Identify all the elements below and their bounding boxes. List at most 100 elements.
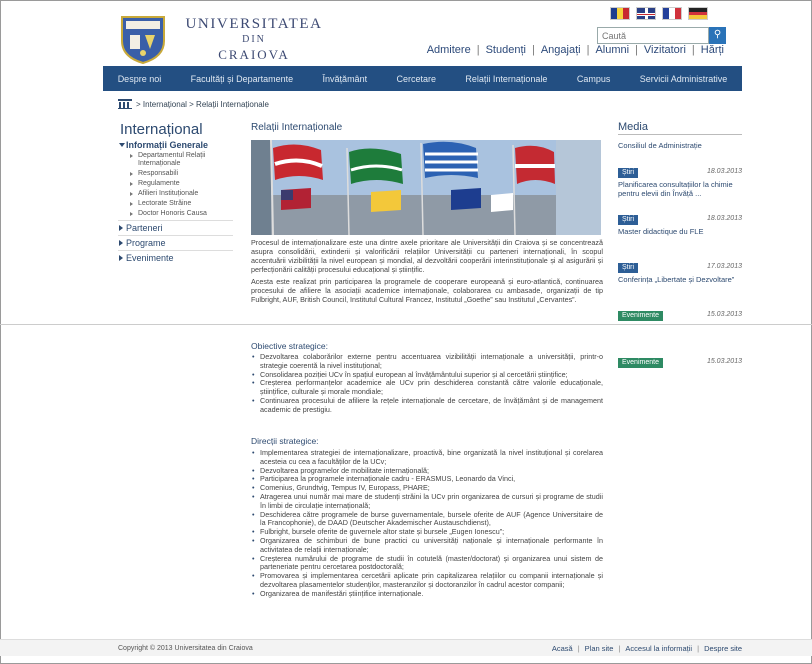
- intro-paragraph: Procesul de internaționalizare este una …: [251, 238, 603, 274]
- news-item[interactable]: Evenimente 15.03.2013: [618, 357, 744, 368]
- mainnav-servicii-administrative[interactable]: Servicii Administrative: [640, 74, 728, 84]
- topnav-separator: |: [531, 44, 535, 56]
- sidebar: Informații Generale Departamentul Relați…: [118, 138, 233, 263]
- sidebar-item-departamentul[interactable]: Departamentul Relații Internaționale: [118, 152, 233, 168]
- news-title[interactable]: Planificarea consultațiilor la chimie pe…: [618, 180, 744, 198]
- sidebar-title: Internațional: [120, 121, 203, 138]
- list-item: Dezvoltarea colaborărilor externe pentru…: [251, 352, 603, 371]
- topnav-separator: |: [635, 44, 638, 56]
- sidebar-item-responsabili[interactable]: Responsabili: [118, 170, 233, 178]
- topnav-separator: |: [691, 44, 695, 56]
- mainnav-campus[interactable]: Campus: [577, 74, 611, 84]
- news-badge[interactable]: Știri: [618, 215, 639, 225]
- news-item[interactable]: Consiliul de Administrație: [618, 139, 744, 151]
- news-badge[interactable]: Știri: [618, 263, 639, 273]
- footer-link-plan-site[interactable]: Plan site: [585, 644, 614, 653]
- page-title: Relații Internaționale: [251, 122, 343, 133]
- footer: Copyright © 2013 Universitatea din Craio…: [0, 639, 812, 656]
- topnav-separator: |: [476, 44, 480, 56]
- mainnav-invatamant[interactable]: Învățământ: [323, 74, 368, 84]
- intro-paragraph: Acesta este realizat prin participarea l…: [251, 277, 603, 304]
- news-date: 18.03.2013: [706, 168, 742, 175]
- footer-separator: |: [697, 644, 700, 653]
- search-input[interactable]: [597, 27, 709, 44]
- flags-hero-image: [251, 140, 601, 235]
- sidebar-group-informatii-generale[interactable]: Informații Generale: [118, 140, 233, 150]
- news-item[interactable]: Evenimente 15.03.2013: [618, 310, 744, 321]
- topnav-separator: |: [586, 44, 590, 56]
- language-flags: [610, 7, 708, 20]
- news-date: 18.03.2013: [706, 215, 742, 222]
- list-item: Creșterea performanțelor academice ale U…: [251, 379, 603, 397]
- sidebar-group-evenimente[interactable]: Evenimente: [118, 253, 233, 263]
- university-crest-logo[interactable]: [118, 13, 168, 65]
- footer-separator: |: [577, 644, 580, 653]
- media-title: Media: [618, 121, 648, 133]
- news-title[interactable]: Conferința „Libertate și Dezvoltare”: [618, 275, 744, 285]
- sidebar-item-afilieri[interactable]: Afilieri Instituționale: [118, 190, 233, 198]
- news-item[interactable]: Știri 17.03.2013 Conferința „Libertate ș…: [618, 262, 744, 285]
- objectives-title: Obiective strategice:: [251, 341, 329, 351]
- news-date: 15.03.2013: [706, 311, 742, 318]
- sidebar-group-programe[interactable]: Programe: [118, 238, 233, 248]
- topnav-angajati[interactable]: Angajați: [541, 44, 581, 56]
- list-item: Atragerea unui număr mai mare de studenț…: [251, 492, 603, 511]
- directions-list: Implementarea strategiei de internaționa…: [251, 448, 603, 599]
- flag-romanian-icon[interactable]: [610, 7, 630, 20]
- top-nav: Admitere | Studenți | Angajați | Alumni | Vi…: [427, 44, 724, 56]
- flag-english-icon[interactable]: [636, 7, 656, 20]
- directions-title: Direcții strategice:: [251, 436, 319, 446]
- breadcrumb: > Internațional > Relații Internaționale: [118, 99, 269, 109]
- copyright: Copyright © 2013 Universitatea din Craio…: [118, 645, 253, 652]
- topnav-alumni[interactable]: Alumni: [595, 44, 629, 56]
- university-name[interactable]: UNIVERSITATEA DIN CRAIOVA: [184, 16, 324, 62]
- footer-link-accesul[interactable]: Accesul la informații: [625, 644, 692, 653]
- news-title[interactable]: Master didactique du FLE: [618, 227, 744, 237]
- main-nav: Despre noi Facultăți și Departamente Înv…: [103, 66, 742, 91]
- sidebar-divider: [118, 235, 233, 236]
- list-item: Organizarea de schimburi de bune practic…: [251, 536, 603, 555]
- news-badge[interactable]: Știri: [618, 168, 639, 178]
- flag-german-icon[interactable]: [688, 7, 708, 20]
- mainnav-cercetare[interactable]: Cercetare: [396, 74, 436, 84]
- footer-link-despre-site[interactable]: Despre site: [704, 644, 742, 653]
- media-divider: [618, 134, 742, 135]
- mainnav-relatii-internationale[interactable]: Relații Internaționale: [465, 74, 547, 84]
- sidebar-group-parteneri[interactable]: Parteneri: [118, 223, 233, 233]
- news-item[interactable]: Știri 18.03.2013 Planificarea consultați…: [618, 167, 744, 198]
- news-badge[interactable]: Evenimente: [618, 358, 663, 368]
- mainnav-despre-noi[interactable]: Despre noi: [118, 74, 162, 84]
- topnav-harti[interactable]: Hărți: [701, 44, 724, 56]
- breadcrumb-path[interactable]: > Internațional > Relații Internaționale: [136, 100, 269, 109]
- flag-french-icon[interactable]: [662, 7, 682, 20]
- sidebar-item-regulamente[interactable]: Regulamente: [118, 180, 233, 188]
- home-icon[interactable]: [118, 99, 132, 109]
- intro-text: Procesul de internaționalizare este una …: [251, 238, 603, 307]
- page: { "university": {"line1": "UNIVERSITATEA…: [0, 0, 812, 664]
- news-title[interactable]: Consiliul de Administrație: [618, 141, 744, 151]
- news-item[interactable]: Știri 18.03.2013 Master didactique du FL…: [618, 214, 744, 237]
- topnav-studenti[interactable]: Studenți: [486, 44, 526, 56]
- list-item: Promovarea și implementarea cercetării a…: [251, 571, 603, 590]
- list-item: Organizarea de manifestări științifice i…: [251, 589, 603, 599]
- university-name-line2: DIN: [242, 34, 266, 45]
- list-item: Deschiderea către programele de burse gu…: [251, 510, 603, 529]
- topnav-admitere[interactable]: Admitere: [427, 44, 471, 56]
- list-item: Continuarea procesului de afiliere la re…: [251, 396, 603, 415]
- sidebar-item-lectorate[interactable]: Lectorate Străine: [118, 200, 233, 208]
- news-date: 17.03.2013: [706, 263, 742, 270]
- mainnav-facultati[interactable]: Facultăți și Departamente: [191, 74, 294, 84]
- footer-separator: |: [618, 644, 621, 653]
- sidebar-divider: [118, 220, 233, 221]
- sidebar-item-doctor-honoris-causa[interactable]: Doctor Honoris Causa: [118, 210, 233, 218]
- news-badge[interactable]: Evenimente: [618, 311, 663, 321]
- sidebar-divider: [118, 250, 233, 251]
- news-date: 15.03.2013: [706, 358, 742, 365]
- list-item: Implementarea strategiei de internaționa…: [251, 448, 603, 467]
- topnav-vizitatori[interactable]: Vizitatori: [644, 44, 686, 56]
- university-name-line1: UNIVERSITATEA: [185, 16, 323, 32]
- list-item: Creșterea numărului de programe de studi…: [251, 554, 603, 573]
- objectives-list: Dezvoltarea colaborărilor externe pentru…: [251, 352, 603, 415]
- footer-link-acasa[interactable]: Acasă: [552, 644, 573, 653]
- search-icon[interactable]: ⚲: [709, 27, 726, 44]
